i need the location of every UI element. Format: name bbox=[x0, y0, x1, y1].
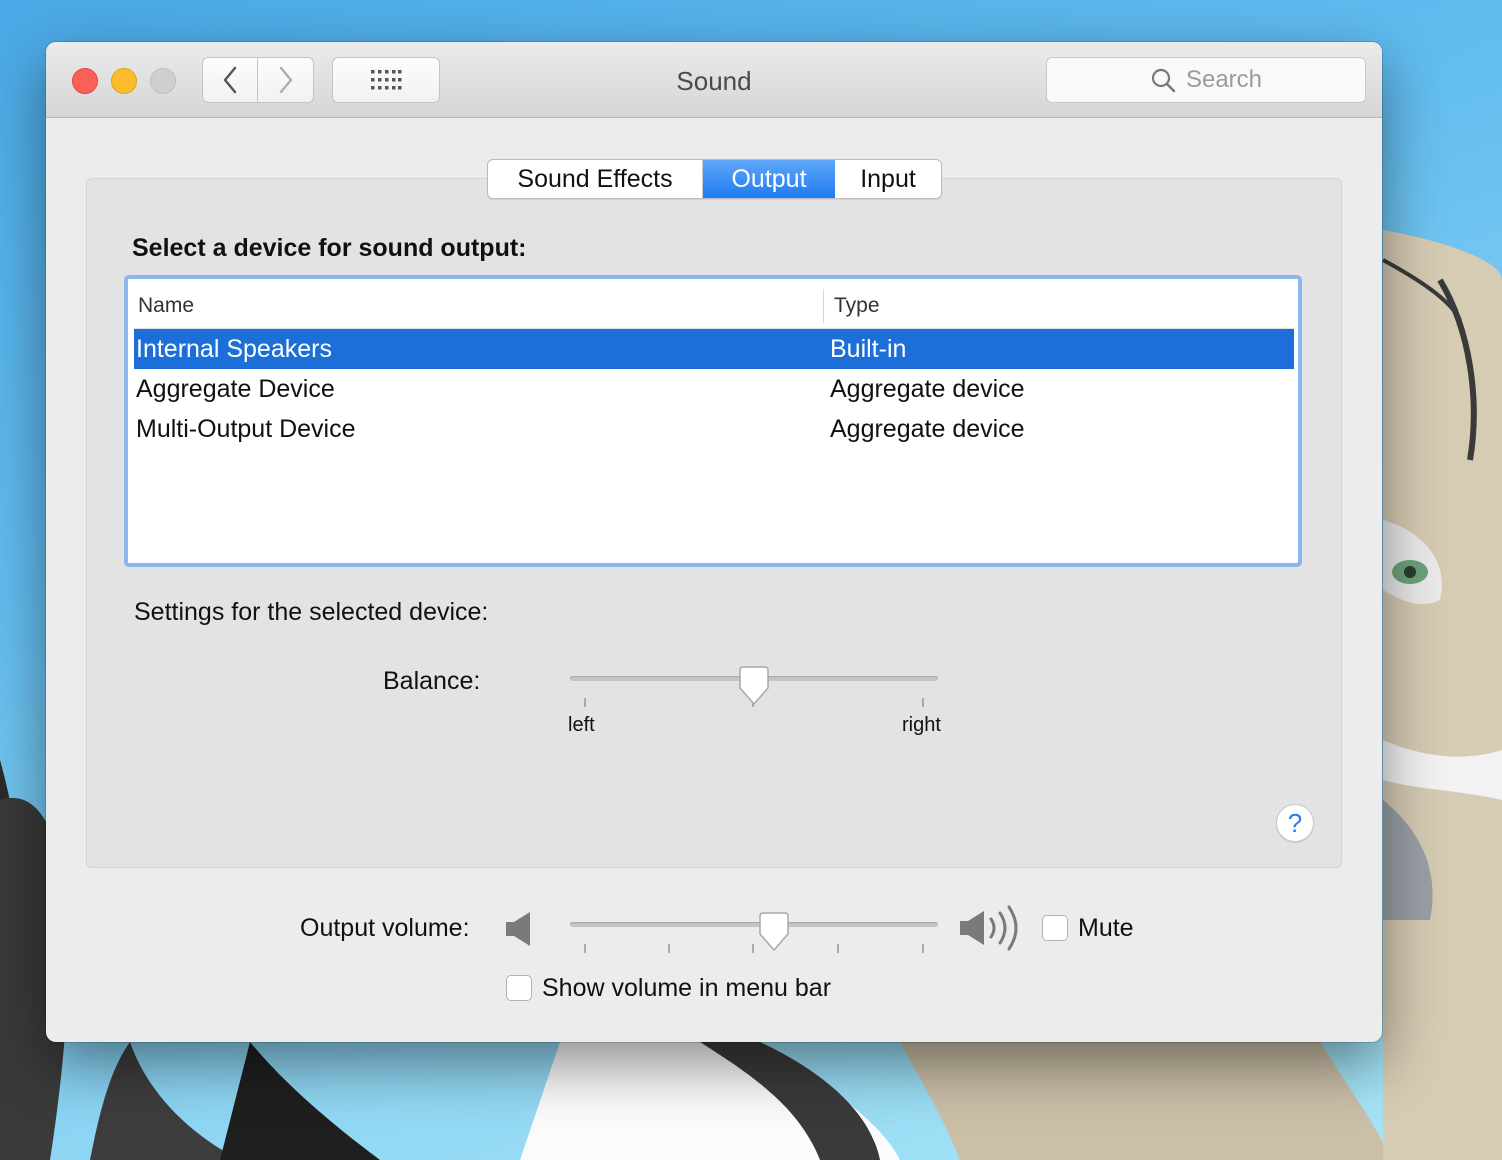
search-field[interactable]: Search bbox=[1046, 57, 1366, 103]
table-row[interactable]: Aggregate Device Aggregate device bbox=[134, 369, 1294, 409]
balance-tick-left bbox=[584, 698, 586, 707]
help-button[interactable]: ? bbox=[1276, 804, 1314, 842]
column-header-name[interactable]: Name bbox=[134, 288, 824, 323]
balance-label: Balance: bbox=[383, 667, 481, 695]
tab-sound-effects[interactable]: Sound Effects bbox=[488, 160, 703, 198]
volume-tick bbox=[837, 944, 839, 953]
title-bar: Sound Search bbox=[46, 42, 1382, 118]
tab-output[interactable]: Output bbox=[703, 160, 835, 198]
output-volume-label: Output volume: bbox=[300, 914, 470, 942]
output-heading: Select a device for sound output: bbox=[132, 234, 527, 262]
device-name: Internal Speakers bbox=[136, 334, 332, 363]
speaker-low-icon bbox=[506, 912, 530, 946]
search-placeholder: Search bbox=[1185, 66, 1263, 93]
table-row[interactable]: Multi-Output Device Aggregate device bbox=[134, 409, 1294, 449]
balance-knob[interactable] bbox=[737, 666, 771, 708]
volume-tick bbox=[922, 944, 924, 953]
device-name: Aggregate Device bbox=[136, 374, 335, 403]
show-volume-in-menu-bar-label: Show volume in menu bar bbox=[542, 974, 832, 1002]
device-type: Aggregate device bbox=[830, 374, 1025, 403]
volume-knob[interactable] bbox=[757, 912, 791, 954]
tab-bar: Sound Effects Output Input bbox=[487, 159, 942, 199]
table-row[interactable]: Internal Speakers Built-in bbox=[134, 329, 1294, 369]
device-type: Aggregate device bbox=[830, 414, 1025, 443]
speaker-high-icon bbox=[960, 905, 1018, 951]
search-icon bbox=[1151, 68, 1176, 93]
mute-label: Mute bbox=[1078, 914, 1134, 942]
mute-checkbox[interactable] bbox=[1042, 915, 1068, 941]
table-header: Name Type bbox=[134, 283, 1294, 329]
volume-track bbox=[570, 922, 938, 927]
show-volume-in-menu-bar-checkbox[interactable] bbox=[506, 975, 532, 1001]
device-table[interactable]: Name Type Internal Speakers Built-in Agg… bbox=[124, 275, 1302, 567]
device-type: Built-in bbox=[830, 334, 907, 363]
column-header-type[interactable]: Type bbox=[824, 294, 880, 318]
tab-input[interactable]: Input bbox=[835, 160, 941, 198]
sound-preferences-window: Sound Search Sound Effects Output Input … bbox=[46, 42, 1382, 1042]
settings-label: Settings for the selected device: bbox=[134, 598, 489, 626]
volume-tick bbox=[752, 944, 754, 953]
balance-tick-right bbox=[922, 698, 924, 707]
volume-tick bbox=[584, 944, 586, 953]
balance-left-label: left bbox=[568, 714, 595, 736]
device-name: Multi-Output Device bbox=[136, 414, 356, 443]
balance-right-label: right bbox=[902, 714, 941, 736]
volume-tick bbox=[668, 944, 670, 953]
